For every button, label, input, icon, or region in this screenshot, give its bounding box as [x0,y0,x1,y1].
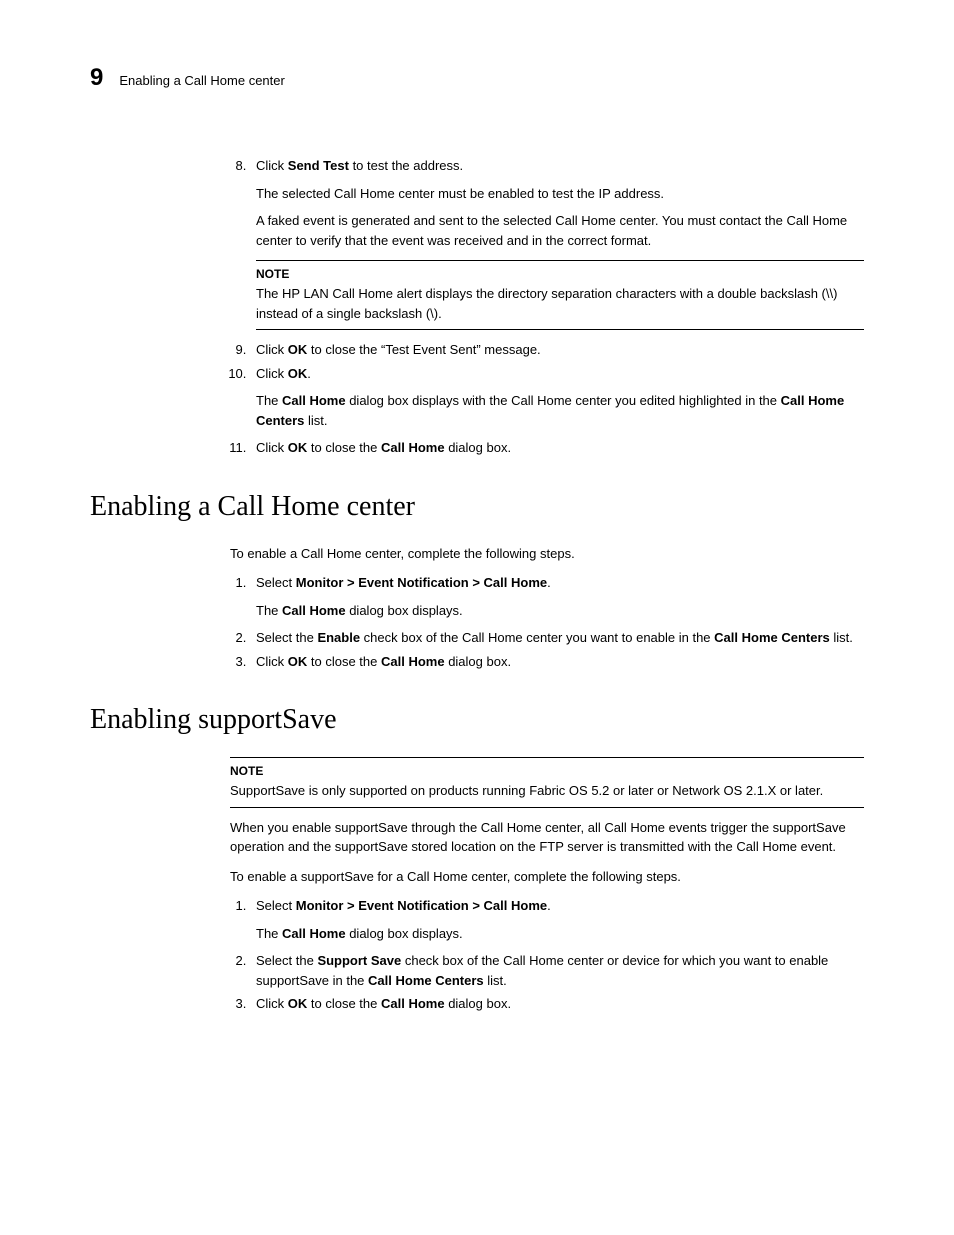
step-2: Select the Enable check box of the Call … [250,628,864,648]
section-3: NOTE SupportSave is only supported on pr… [230,757,864,1014]
note-box: NOTE The HP LAN Call Home alert displays… [256,260,864,330]
step-9: Click OK to close the “Test Event Sent” … [250,340,864,360]
section-heading-enabling-call-home: Enabling a Call Home center [90,486,864,528]
step-1: Select Monitor > Event Notification > Ca… [250,573,864,620]
step-sub-text: A faked event is generated and sent to t… [256,211,864,250]
step-text: Click OK to close the Call Home dialog b… [256,440,511,455]
paragraph: When you enable supportSave through the … [230,818,864,857]
intro-text: To enable a Call Home center, complete t… [230,544,864,564]
chapter-title: Enabling a Call Home center [119,71,284,91]
step-text: Select the Enable check box of the Call … [256,630,853,645]
step-sub-text: The Call Home dialog box displays. [256,601,864,621]
step-text: Select the Support Save check box of the… [256,953,828,988]
note-text: SupportSave is only supported on product… [230,781,864,801]
step-sub-text: The selected Call Home center must be en… [256,184,864,204]
note-text: The HP LAN Call Home alert displays the … [256,284,864,323]
section-heading-enabling-supportsave: Enabling supportSave [90,699,864,741]
step-3: Click OK to close the Call Home dialog b… [250,994,864,1014]
step-text: Click OK. [256,366,311,381]
step-text: Click Send Test to test the address. [256,158,463,173]
section-1: Click Send Test to test the address. The… [230,156,864,458]
step-text: Click OK to close the Call Home dialog b… [256,654,511,669]
step-text: Select Monitor > Event Notification > Ca… [256,575,551,590]
step-10: Click OK. The Call Home dialog box displ… [250,364,864,431]
step-text: Select Monitor > Event Notification > Ca… [256,898,551,913]
document-page: 9 Enabling a Call Home center Click Send… [0,0,954,1235]
chapter-number: 9 [90,60,103,96]
page-header: 9 Enabling a Call Home center [90,60,864,96]
step-8: Click Send Test to test the address. The… [250,156,864,330]
step-sub-text: The Call Home dialog box displays with t… [256,391,864,430]
step-text: Click OK to close the “Test Event Sent” … [256,342,541,357]
note-label: NOTE [230,762,864,780]
paragraph: To enable a supportSave for a Call Home … [230,867,864,887]
section-2: To enable a Call Home center, complete t… [230,544,864,672]
step-3: Click OK to close the Call Home dialog b… [250,652,864,672]
step-11: Click OK to close the Call Home dialog b… [250,438,864,458]
step-1: Select Monitor > Event Notification > Ca… [250,896,864,943]
step-text: Click OK to close the Call Home dialog b… [256,996,511,1011]
note-label: NOTE [256,265,864,283]
note-box: NOTE SupportSave is only supported on pr… [230,757,864,808]
step-2: Select the Support Save check box of the… [250,951,864,990]
step-sub-text: The Call Home dialog box displays. [256,924,864,944]
